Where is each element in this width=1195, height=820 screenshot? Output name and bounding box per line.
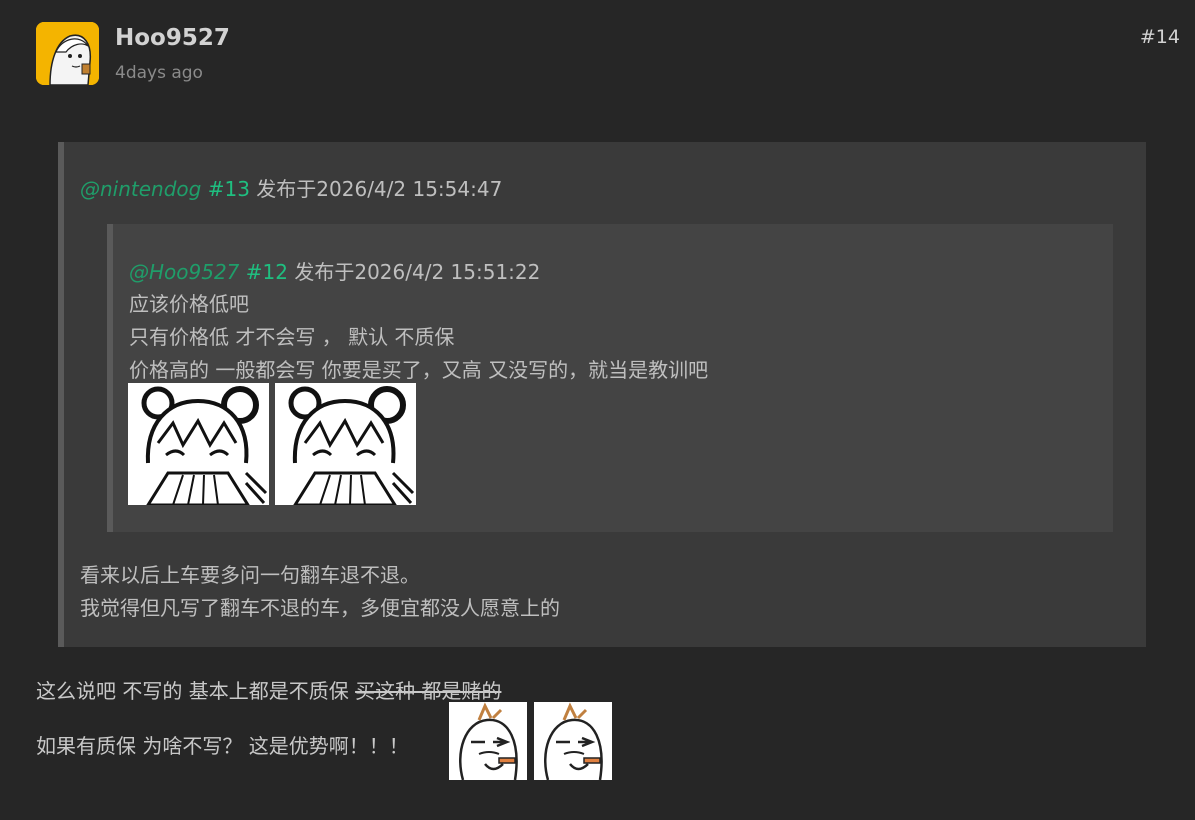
reply-text-line: 这么说吧 不写的 基本上都是不质保 买这种 都是赌的	[36, 675, 501, 704]
floor-ref-link[interactable]: #13	[208, 177, 250, 201]
quote-text-line: 我觉得但凡写了翻车不退的车，多便宜都没人愿意上的	[80, 596, 560, 620]
smoking-character-sticker[interactable]	[534, 702, 612, 780]
username[interactable]: Hoo9527	[115, 25, 230, 51]
quote-text-line: 看来以后上车要多问一句翻车退不退。	[80, 563, 420, 587]
quote-text-line: 价格高的 一般都会写 你要是买了，又高 又没写的，就当是教训吧	[129, 358, 709, 382]
anime-girl-fan-sticker[interactable]	[275, 383, 416, 505]
quote-header-outer: @nintendog #13 发布于2026/4/2 15:54:47	[80, 173, 502, 202]
anime-girl-fan-sticker[interactable]	[128, 383, 269, 505]
mention-link[interactable]: @nintendog	[80, 177, 201, 201]
avatar[interactable]	[36, 22, 99, 85]
reply-text: 这么说吧 不写的 基本上都是不质保	[36, 679, 356, 703]
reply-strike-text: 买这种 都是赌的	[355, 679, 502, 703]
anime-avatar-icon	[36, 22, 99, 85]
post-time: 4days ago	[115, 63, 203, 83]
quote-text-line: 应该价格低吧	[129, 292, 249, 316]
publish-time: 发布于2026/4/2 15:51:22	[294, 260, 541, 284]
smoking-character-sticker[interactable]	[449, 702, 527, 780]
quote-text-line: 只有价格低 才不会写 ， 默认 不质保	[129, 325, 455, 349]
quote-header-inner: @Hoo9527 #12 发布于2026/4/2 15:51:22	[129, 256, 540, 285]
publish-time: 发布于2026/4/2 15:54:47	[256, 177, 503, 201]
mention-link[interactable]: @Hoo9527	[129, 260, 239, 284]
quote-block-outer: @nintendog #13 发布于2026/4/2 15:54:47 @Hoo…	[58, 142, 1146, 647]
floor-ref-link[interactable]: #12	[246, 260, 288, 284]
reply-text-line: 如果有质保 为啥不写？ 这是优势啊！！！	[36, 734, 409, 758]
floor-number[interactable]: #14	[1140, 26, 1180, 48]
quote-block-inner: @Hoo9527 #12 发布于2026/4/2 15:51:22 应该价格低吧…	[107, 224, 1113, 532]
